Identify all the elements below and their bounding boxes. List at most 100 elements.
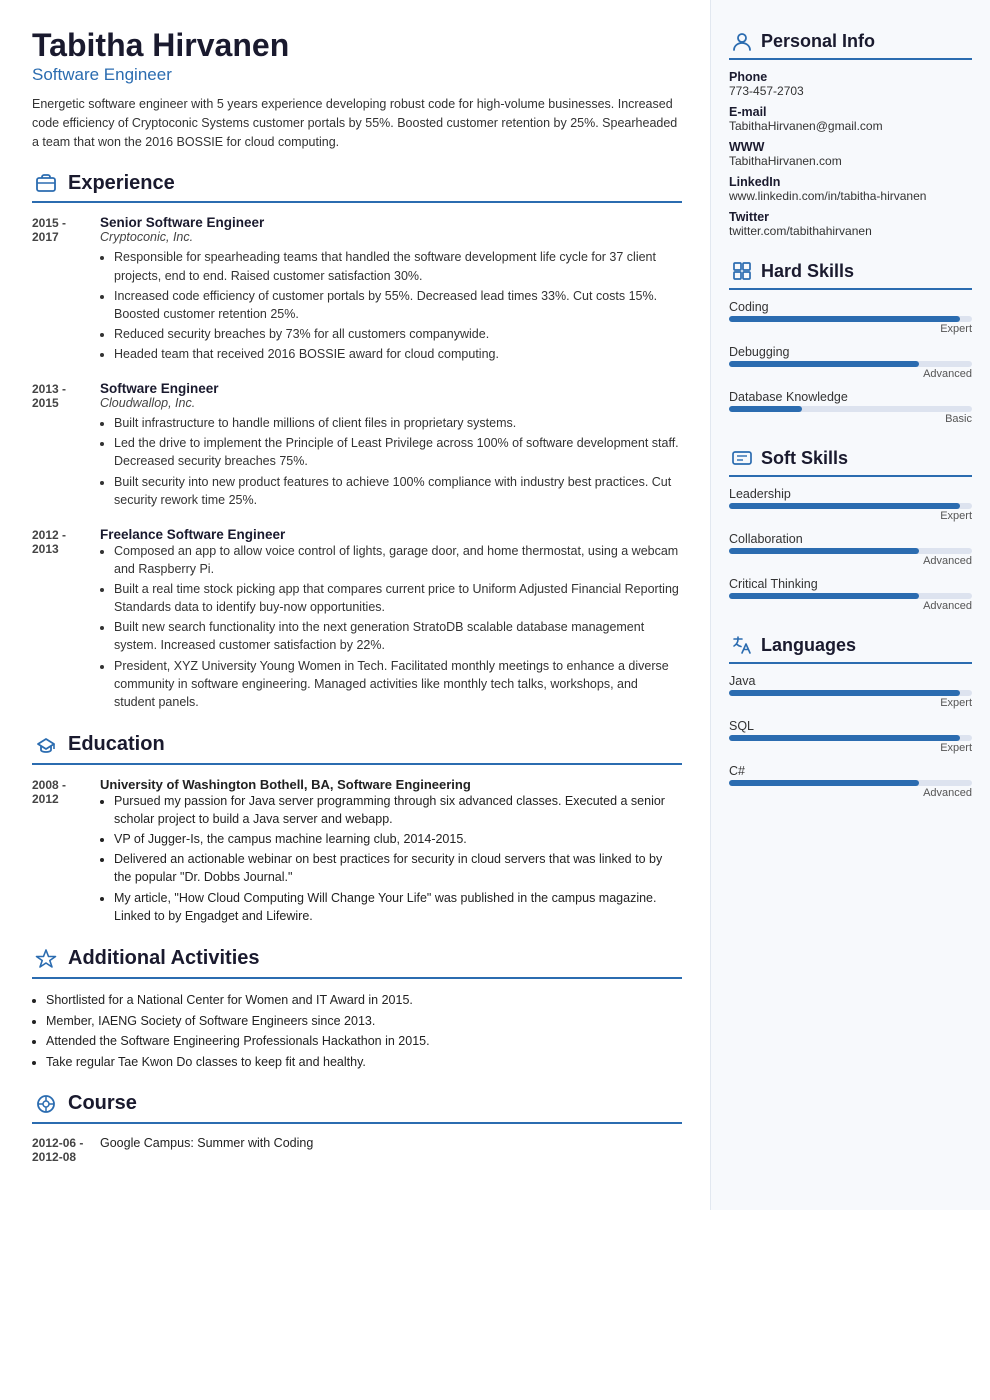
skill-name: Leadership [729, 487, 972, 501]
exp-bullet: President, XYZ University Young Women in… [114, 657, 682, 711]
exp-bullet: Increased code efficiency of customer po… [114, 287, 682, 323]
exp-content: Freelance Software Engineer Composed an … [100, 527, 682, 713]
activity-item: Attended the Software Engineering Profes… [46, 1032, 682, 1051]
job-title: Freelance Software Engineer [100, 527, 682, 542]
activities-icon [32, 945, 60, 973]
languages-list: Java Expert SQL Expert C# Advanced [729, 674, 972, 799]
exp-bullet: Led the drive to implement the Principle… [114, 434, 682, 470]
skill-bar-bg [729, 548, 972, 554]
education-section: Education 2008 -2012 University of Washi… [32, 731, 682, 927]
skill-bar-bg [729, 690, 972, 696]
twitter-value: twitter.com/tabithahirvanen [729, 224, 972, 238]
twitter-row: Twitter twitter.com/tabithahirvanen [729, 210, 972, 238]
soft-skills-icon [729, 445, 755, 471]
skill-bar-fill [729, 406, 802, 412]
skill-level: Advanced [729, 555, 972, 567]
edu-bullet: VP of Jugger-Is, the campus machine lear… [114, 830, 682, 848]
skill-name: Critical Thinking [729, 577, 972, 591]
skill-bar-fill [729, 690, 960, 696]
skill-bar-fill [729, 361, 919, 367]
course-header: Course [32, 1090, 682, 1124]
personal-info-header: Personal Info [729, 28, 972, 60]
exp-dates: 2012 -2013 [32, 527, 100, 713]
skill-item: Leadership Expert [729, 487, 972, 522]
linkedin-value: www.linkedin.com/in/tabitha-hirvanen [729, 189, 972, 203]
email-row: E-mail TabithaHirvanen@gmail.com [729, 105, 972, 133]
skill-level: Expert [729, 323, 972, 335]
course-section: Course 2012-06 -2012-08 Google Campus: S… [32, 1090, 682, 1164]
skill-level: Advanced [729, 787, 972, 799]
exp-bullet: Reduced security breaches by 73% for all… [114, 325, 682, 343]
soft-skills-label: Soft Skills [761, 448, 848, 469]
skill-name: Java [729, 674, 972, 688]
exp-bullet: Built security into new product features… [114, 473, 682, 509]
skill-bar-bg [729, 780, 972, 786]
activities-header: Additional Activities [32, 945, 682, 979]
languages-label: Languages [761, 635, 856, 656]
activities-section: Additional Activities Shortlisted for a … [32, 945, 682, 1072]
exp-bullet: Built new search functionality into the … [114, 618, 682, 654]
phone-row: Phone 773-457-2703 [729, 70, 972, 98]
skill-item: Java Expert [729, 674, 972, 709]
activity-item: Shortlisted for a National Center for Wo… [46, 991, 682, 1010]
skill-level: Expert [729, 510, 972, 522]
activities-label: Additional Activities [68, 947, 260, 970]
job-title: Software Engineer [100, 381, 682, 396]
skill-bar-bg [729, 503, 972, 509]
experience-label: Experience [68, 172, 175, 195]
linkedin-label: LinkedIn [729, 175, 972, 189]
edu-bullet: Pursued my passion for Java server progr… [114, 792, 682, 828]
job-title: Senior Software Engineer [100, 215, 682, 230]
skill-bar-fill [729, 780, 919, 786]
hard-skills-list: Coding Expert Debugging Advanced Databas… [729, 300, 972, 425]
edu-content: University of Washington Bothell, BA, So… [100, 777, 682, 927]
experience-list: 2015 -2017 Senior Software Engineer Cryp… [32, 215, 682, 713]
exp-bullet: Built infrastructure to handle millions … [114, 414, 682, 432]
personal-info-label: Personal Info [761, 31, 875, 52]
skill-item: Coding Expert [729, 300, 972, 335]
skill-bar-bg [729, 361, 972, 367]
exp-bullet: Responsible for spearheading teams that … [114, 248, 682, 284]
education-header: Education [32, 731, 682, 765]
candidate-subtitle: Software Engineer [32, 65, 682, 85]
skill-bar-bg [729, 316, 972, 322]
skill-item: Database Knowledge Basic [729, 390, 972, 425]
hard-skills-label: Hard Skills [761, 261, 854, 282]
experience-entry: 2015 -2017 Senior Software Engineer Cryp… [32, 215, 682, 365]
skill-name: SQL [729, 719, 972, 733]
edu-dates: 2008 -2012 [32, 777, 100, 927]
www-row: WWW TabithaHirvanen.com [729, 140, 972, 168]
exp-bullet: Built a real time stock picking app that… [114, 580, 682, 616]
personal-info-section: Personal Info Phone 773-457-2703 E-mail … [729, 28, 972, 238]
experience-entry: 2012 -2013 Freelance Software Engineer C… [32, 527, 682, 713]
course-label: Course [68, 1092, 137, 1115]
summary-text: Energetic software engineer with 5 years… [32, 95, 682, 151]
skill-item: C# Advanced [729, 764, 972, 799]
edu-bullet: Delivered an actionable webinar on best … [114, 850, 682, 886]
skill-bar-bg [729, 593, 972, 599]
twitter-label: Twitter [729, 210, 972, 224]
skill-bar-fill [729, 503, 960, 509]
skill-bar-fill [729, 735, 960, 741]
exp-bullets: Composed an app to allow voice control o… [100, 542, 682, 711]
candidate-name: Tabitha Hirvanen [32, 28, 682, 63]
education-icon [32, 731, 60, 759]
skill-level: Advanced [729, 600, 972, 612]
skill-bar-fill [729, 316, 960, 322]
skill-level: Advanced [729, 368, 972, 380]
skill-item: Critical Thinking Advanced [729, 577, 972, 612]
phone-label: Phone [729, 70, 972, 84]
exp-bullet: Headed team that received 2016 BOSSIE aw… [114, 345, 682, 363]
skill-level: Basic [729, 413, 972, 425]
languages-icon [729, 632, 755, 658]
skill-bar-bg [729, 406, 972, 412]
education-list: 2008 -2012 University of Washington Both… [32, 777, 682, 927]
skill-name: Collaboration [729, 532, 972, 546]
www-label: WWW [729, 140, 972, 154]
course-name: Google Campus: Summer with Coding [100, 1136, 313, 1164]
hard-skills-section: Hard Skills Coding Expert Debugging Adva… [729, 258, 972, 425]
education-entry: 2008 -2012 University of Washington Both… [32, 777, 682, 927]
email-label: E-mail [729, 105, 972, 119]
skill-bar-fill [729, 593, 919, 599]
exp-dates: 2013 -2015 [32, 381, 100, 511]
